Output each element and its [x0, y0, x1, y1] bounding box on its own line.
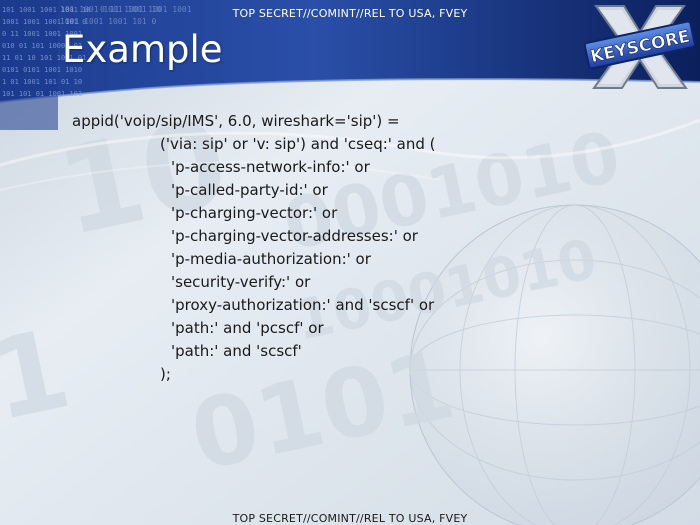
classification-banner-bottom: TOP SECRET//COMINT//REL TO USA, FVEY [232, 512, 468, 525]
slide-title: Example [62, 28, 223, 71]
code-line: appid('voip/sip/IMS', 6.0, wireshark='si… [72, 112, 400, 130]
code-line: ); [160, 365, 171, 383]
code-line: 'path:' and 'scscf' [171, 342, 302, 360]
code-block: appid('voip/sip/IMS', 6.0, wireshark='si… [72, 110, 672, 386]
code-line: 'p-called-party-id:' or [171, 181, 328, 199]
slide: 10 0101 0001010 10001010 1 101 1001 1001… [0, 0, 700, 525]
code-line: 'p-charging-vector:' or [171, 204, 338, 222]
code-line: 'p-media-authorization:' or [171, 250, 371, 268]
code-line: 'proxy-authorization:' and 'scscf' or [171, 296, 435, 314]
code-line: 'p-charging-vector-addresses:' or [171, 227, 418, 245]
svg-text:1 01 1001 101 01 10: 1 01 1001 101 01 10 [2, 78, 82, 86]
code-line: 'p-access-network-info:' or [171, 158, 370, 176]
svg-text:101 101 01 1001 101: 101 101 01 1001 101 [2, 90, 82, 98]
keyscore-logo: KEYSCORE [583, 5, 696, 89]
code-line: 'security-verify:' or [171, 273, 311, 291]
code-line: 'path:' and 'pcscf' or [171, 319, 324, 337]
code-line: ('via: sip' or 'v: sip') and 'cseq:' and… [160, 135, 436, 153]
